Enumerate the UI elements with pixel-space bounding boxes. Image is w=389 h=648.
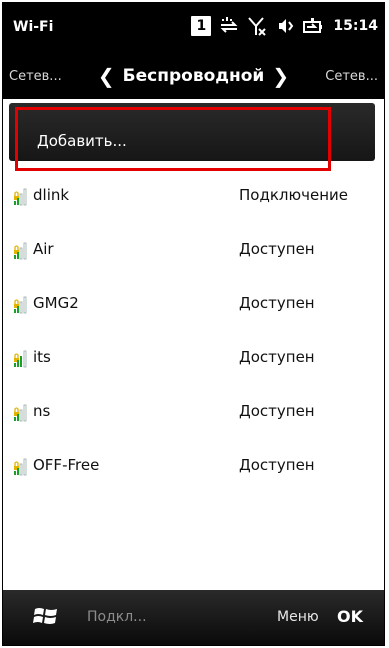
chevron-right-icon[interactable]: ❯ [272, 66, 289, 86]
network-item-air[interactable]: Air Доступен [13, 229, 368, 269]
device-screen: Wi-Fi 1 15:14 Сетев... ❮ Беспроводной ❯ … [2, 2, 385, 646]
network-name: GMG2 [33, 294, 79, 312]
network-name: its [33, 348, 51, 366]
network-name: dlink [33, 186, 70, 204]
network-status: Доступен [239, 348, 315, 366]
status-bar: Wi-Fi 1 15:14 [3, 3, 384, 53]
signal-lock-icon [14, 242, 27, 260]
volume-icon [279, 19, 294, 33]
windows-start-icon[interactable] [33, 604, 59, 628]
menu-softkey[interactable]: Меню [277, 609, 319, 625]
signal-lock-icon [14, 458, 27, 476]
clock: 15:14 [333, 18, 378, 34]
network-item-dlink[interactable]: dlink Подключение [13, 175, 368, 215]
data-transfer-icon [221, 17, 238, 33]
network-status: Доступен [239, 294, 315, 312]
network-status: Доступен [239, 456, 315, 474]
pivot-header: Сетев... ❮ Беспроводной ❯ Сетев... [3, 53, 384, 99]
signal-lock-icon [14, 404, 27, 422]
signal-lock-icon [14, 350, 27, 368]
signal-lock-icon [14, 188, 27, 206]
pivot-current: ❮ Беспроводной ❯ [98, 66, 289, 86]
network-name: ns [33, 402, 51, 420]
pivot-prev-tab[interactable]: Сетев... [9, 69, 62, 84]
network-item-off-free[interactable]: OFF-Free Доступен [13, 445, 368, 485]
network-status: Доступен [239, 240, 315, 258]
network-item-gmg2[interactable]: GMG2 Доступен [13, 283, 368, 323]
network-name: OFF-Free [33, 456, 100, 474]
network-status: Подключение [239, 186, 348, 204]
network-item-ns[interactable]: ns Доступен [13, 391, 368, 431]
pivot-current-label: Беспроводной [122, 66, 265, 86]
ok-button[interactable]: OK [337, 607, 363, 626]
softkey-bar: Подкл... Меню OK [3, 590, 384, 645]
add-network-label: Добавить... [37, 132, 127, 150]
network-list: Добавить... dlink Подключение Air Доступ… [3, 99, 384, 595]
add-network-item[interactable]: Добавить... [9, 103, 375, 161]
network-item-its[interactable]: its Доступен [13, 337, 368, 377]
status-icons: 1 15:14 [191, 16, 378, 36]
signal-lock-icon [14, 296, 27, 314]
no-signal-icon [248, 17, 267, 36]
network-name: Air [33, 240, 54, 258]
chevron-left-icon[interactable]: ❮ [98, 66, 115, 86]
network-status: Доступен [239, 402, 315, 420]
battery-charging-icon [303, 18, 323, 33]
connect-softkey[interactable]: Подкл... [87, 609, 147, 625]
pivot-next-tab[interactable]: Сетев... [325, 69, 378, 84]
notification-badge-icon[interactable]: 1 [191, 16, 212, 36]
app-title: Wi-Fi [13, 19, 54, 35]
